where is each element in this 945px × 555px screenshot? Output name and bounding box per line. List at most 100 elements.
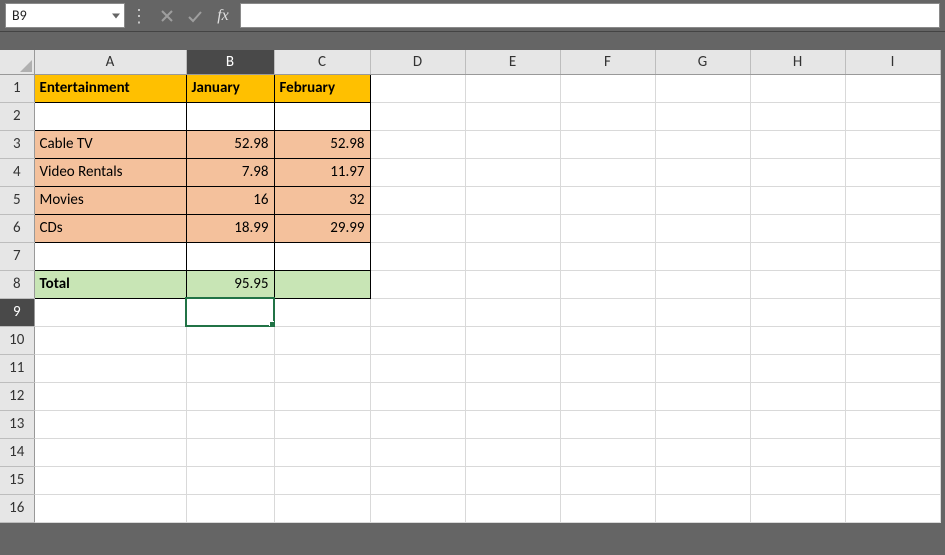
cell-A1[interactable]: Entertainment [34, 74, 186, 102]
cell-A4[interactable]: Video Rentals [34, 158, 186, 186]
cell-C12[interactable] [274, 382, 370, 410]
cell-C14[interactable] [274, 438, 370, 466]
cell-A13[interactable] [34, 410, 186, 438]
cell-B1[interactable]: January [186, 74, 274, 102]
cell-H12[interactable] [750, 382, 845, 410]
name-box[interactable]: B9 [5, 3, 125, 28]
formula-input[interactable] [240, 3, 940, 28]
cell-B13[interactable] [186, 410, 274, 438]
cell-E16[interactable] [465, 494, 560, 522]
row-header-12[interactable]: 12 [0, 382, 34, 410]
cell-D5[interactable] [370, 186, 465, 214]
cell-H16[interactable] [750, 494, 845, 522]
cell-H8[interactable] [750, 270, 845, 298]
cell-C13[interactable] [274, 410, 370, 438]
cell-G15[interactable] [655, 466, 750, 494]
cell-B15[interactable] [186, 466, 274, 494]
cell-H15[interactable] [750, 466, 845, 494]
cell-A7[interactable] [34, 242, 186, 270]
row-header-6[interactable]: 6 [0, 214, 34, 242]
cell-I13[interactable] [845, 410, 940, 438]
cell-B6[interactable]: 18.99 [186, 214, 274, 242]
cell-A15[interactable] [34, 466, 186, 494]
column-header-G[interactable]: G [655, 50, 750, 74]
cell-I2[interactable] [845, 102, 940, 130]
cell-C15[interactable] [274, 466, 370, 494]
cell-E3[interactable] [465, 130, 560, 158]
cancel-formula-button[interactable] [153, 0, 181, 31]
cell-C9[interactable] [274, 298, 370, 326]
cell-B9[interactable] [186, 298, 274, 326]
cell-C5[interactable]: 32 [274, 186, 370, 214]
chevron-down-icon[interactable] [112, 13, 120, 18]
row-header-3[interactable]: 3 [0, 130, 34, 158]
column-header-H[interactable]: H [750, 50, 845, 74]
cell-H2[interactable] [750, 102, 845, 130]
cell-D2[interactable] [370, 102, 465, 130]
cell-B3[interactable]: 52.98 [186, 130, 274, 158]
cell-G10[interactable] [655, 326, 750, 354]
enter-formula-button[interactable] [181, 0, 209, 31]
row-header-7[interactable]: 7 [0, 242, 34, 270]
cell-F4[interactable] [560, 158, 655, 186]
cell-A2[interactable] [34, 102, 186, 130]
cell-F11[interactable] [560, 354, 655, 382]
cell-I10[interactable] [845, 326, 940, 354]
cell-I9[interactable] [845, 298, 940, 326]
cell-B10[interactable] [186, 326, 274, 354]
cell-E5[interactable] [465, 186, 560, 214]
cell-F6[interactable] [560, 214, 655, 242]
cell-A6[interactable]: CDs [34, 214, 186, 242]
cell-G12[interactable] [655, 382, 750, 410]
cell-D13[interactable] [370, 410, 465, 438]
cell-E9[interactable] [465, 298, 560, 326]
row-header-14[interactable]: 14 [0, 438, 34, 466]
cell-B11[interactable] [186, 354, 274, 382]
cell-I12[interactable] [845, 382, 940, 410]
cell-F7[interactable] [560, 242, 655, 270]
cell-F13[interactable] [560, 410, 655, 438]
cell-E2[interactable] [465, 102, 560, 130]
cell-I5[interactable] [845, 186, 940, 214]
cell-C7[interactable] [274, 242, 370, 270]
cell-I1[interactable] [845, 74, 940, 102]
cell-H4[interactable] [750, 158, 845, 186]
cell-B14[interactable] [186, 438, 274, 466]
cell-A9[interactable] [34, 298, 186, 326]
cell-C16[interactable] [274, 494, 370, 522]
cell-F10[interactable] [560, 326, 655, 354]
cell-E6[interactable] [465, 214, 560, 242]
row-header-2[interactable]: 2 [0, 102, 34, 130]
cell-G14[interactable] [655, 438, 750, 466]
cell-E11[interactable] [465, 354, 560, 382]
cell-G6[interactable] [655, 214, 750, 242]
cell-G1[interactable] [655, 74, 750, 102]
cell-I14[interactable] [845, 438, 940, 466]
cell-C3[interactable]: 52.98 [274, 130, 370, 158]
cell-H7[interactable] [750, 242, 845, 270]
cell-D6[interactable] [370, 214, 465, 242]
cell-F9[interactable] [560, 298, 655, 326]
cell-G8[interactable] [655, 270, 750, 298]
cell-G3[interactable] [655, 130, 750, 158]
cell-B12[interactable] [186, 382, 274, 410]
cell-D15[interactable] [370, 466, 465, 494]
cell-H11[interactable] [750, 354, 845, 382]
cell-E15[interactable] [465, 466, 560, 494]
cell-A12[interactable] [34, 382, 186, 410]
cell-C2[interactable] [274, 102, 370, 130]
cell-A16[interactable] [34, 494, 186, 522]
cell-I15[interactable] [845, 466, 940, 494]
cell-F8[interactable] [560, 270, 655, 298]
cell-A5[interactable]: Movies [34, 186, 186, 214]
cell-E8[interactable] [465, 270, 560, 298]
insert-function-button[interactable]: fx [209, 0, 237, 31]
cell-D7[interactable] [370, 242, 465, 270]
cell-G9[interactable] [655, 298, 750, 326]
cell-C6[interactable]: 29.99 [274, 214, 370, 242]
cell-D9[interactable] [370, 298, 465, 326]
column-header-F[interactable]: F [560, 50, 655, 74]
cell-D3[interactable] [370, 130, 465, 158]
cell-E14[interactable] [465, 438, 560, 466]
cell-E10[interactable] [465, 326, 560, 354]
